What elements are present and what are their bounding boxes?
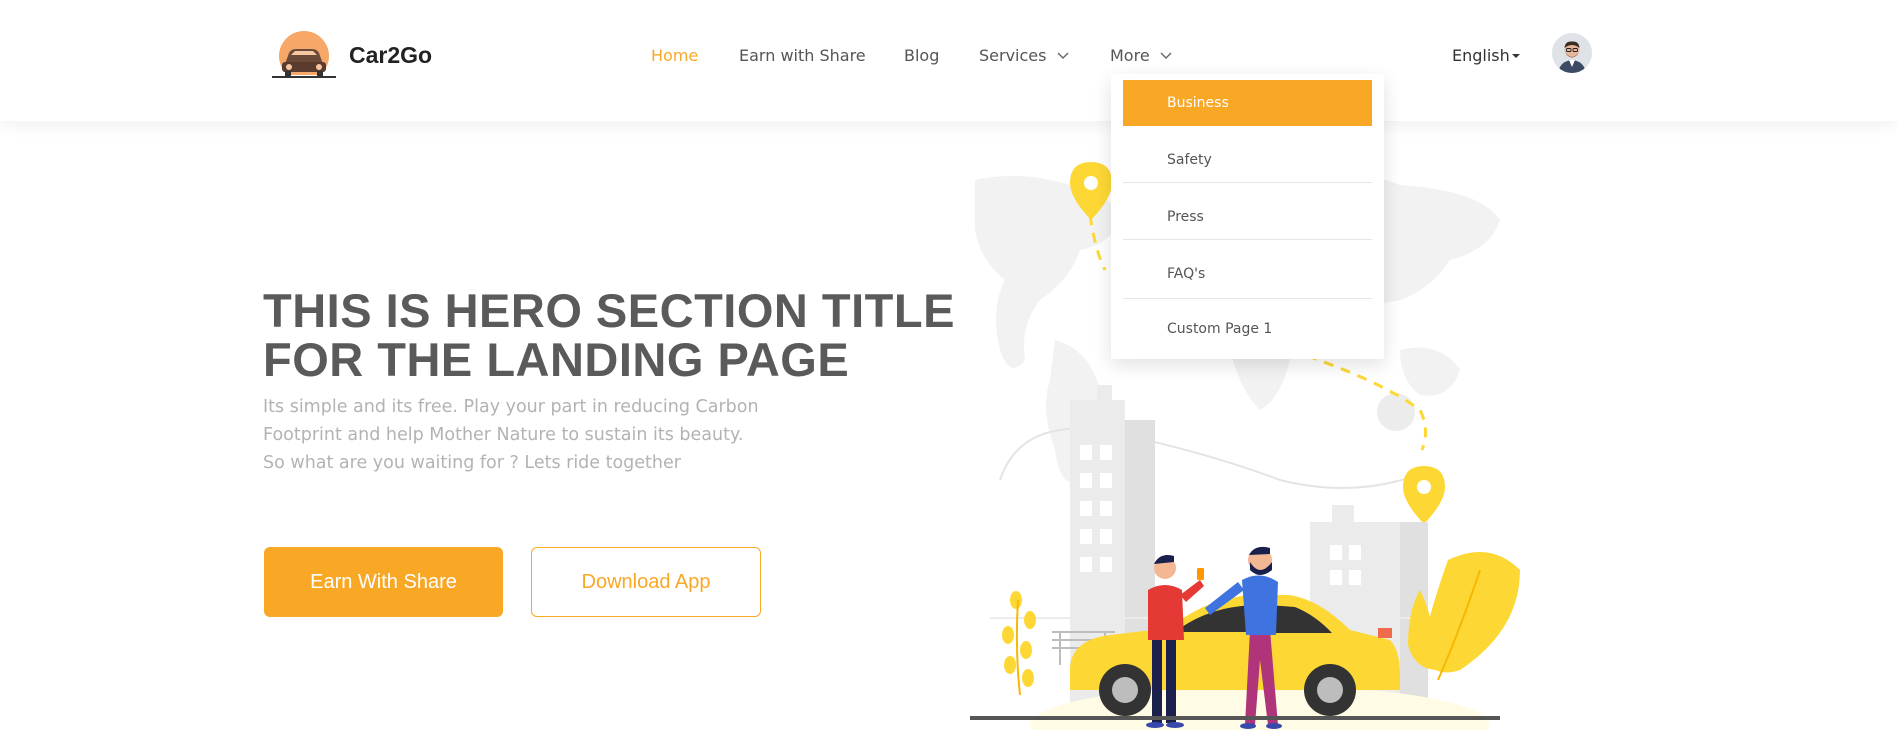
caret-down-icon[interactable] (1512, 54, 1520, 58)
nav-home[interactable]: Home (651, 45, 698, 67)
map-pin-icon (1403, 466, 1445, 524)
dropdown-item-press[interactable]: Press (1123, 194, 1372, 240)
nav-blog[interactable]: Blog (904, 45, 939, 67)
nav-earn-with-share[interactable]: Earn with Share (739, 45, 866, 67)
hero-subtitle-line: Footprint and help Mother Nature to sust… (263, 425, 744, 445)
hero-subtitle-line: Its simple and its free. Play your part … (263, 397, 759, 417)
language-selector[interactable]: English (1452, 45, 1510, 67)
dropdown-item-faqs[interactable]: FAQ's (1123, 249, 1372, 299)
dropdown-item-safety[interactable]: Safety (1123, 137, 1372, 183)
user-avatar-icon (1552, 33, 1592, 73)
hero-title-line: THIS IS HERO SECTION TITLE (263, 284, 955, 337)
hero-title-line: FOR THE LANDING PAGE (263, 333, 850, 386)
chevron-down-icon[interactable] (1057, 50, 1069, 62)
main-nav: Home Earn with Share Blog Services More (0, 45, 1897, 67)
hero-subtitle-line: So what are you waiting for ? Lets ride … (263, 453, 681, 473)
nav-more[interactable]: More (1110, 45, 1150, 67)
chevron-down-icon[interactable] (1160, 50, 1172, 62)
site-header: Car2Go Home Earn with Share Blog Service… (0, 0, 1897, 121)
hero-subtitle: Its simple and its free. Play your part … (263, 393, 803, 477)
hero-title: THIS IS HERO SECTION TITLE FOR THE LANDI… (263, 284, 955, 386)
more-dropdown-menu: Business Safety Press FAQ's Custom Page … (1111, 74, 1384, 359)
download-app-button[interactable]: Download App (531, 547, 761, 617)
user-avatar[interactable] (1552, 33, 1592, 73)
dropdown-item-custom-page-1[interactable]: Custom Page 1 (1123, 306, 1372, 352)
earn-with-share-button[interactable]: Earn With Share (264, 547, 503, 617)
nav-services[interactable]: Services (979, 45, 1046, 67)
dropdown-item-business[interactable]: Business (1123, 80, 1372, 126)
